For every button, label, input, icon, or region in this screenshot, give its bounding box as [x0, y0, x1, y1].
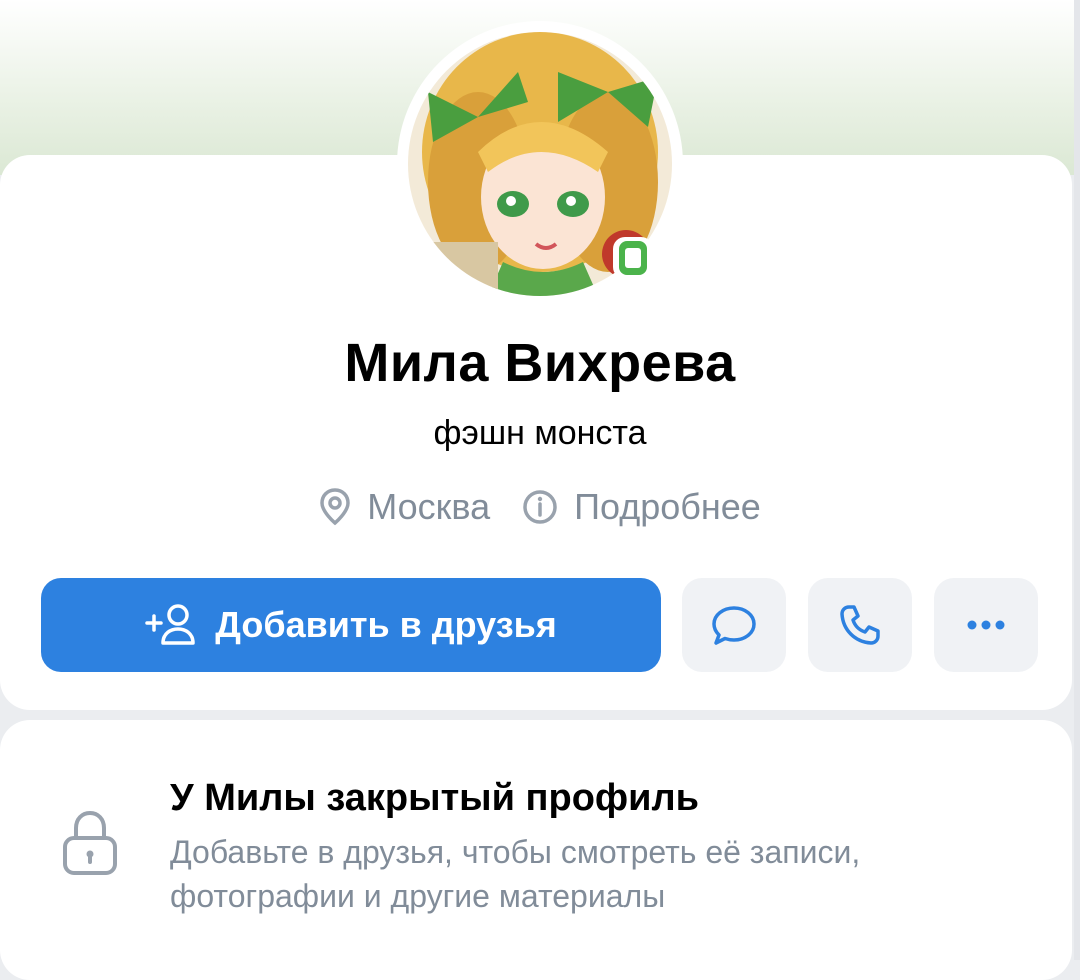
- right-edge: [1074, 0, 1080, 960]
- add-friend-button[interactable]: Добавить в друзья: [41, 578, 661, 672]
- location-pin-icon: [320, 488, 350, 526]
- profile-name: Мила Вихрева: [344, 333, 736, 393]
- more-info-label: Подробнее: [574, 486, 761, 527]
- message-button[interactable]: [682, 578, 786, 672]
- add-friend-label: Добавить в друзья: [215, 604, 557, 645]
- profile-meta-row: Москва Подробнее: [0, 482, 1080, 532]
- profile-status: фэшн монста: [433, 414, 647, 452]
- online-badge-fill: [619, 241, 647, 275]
- phone-screen-icon: [625, 248, 641, 268]
- online-mobile-badge: [613, 237, 653, 279]
- more-button[interactable]: [934, 578, 1038, 672]
- city-item: Москва: [319, 486, 490, 528]
- chat-bubble-icon: [712, 606, 756, 645]
- lock-icon: [63, 810, 117, 875]
- call-button[interactable]: [808, 578, 912, 672]
- info-icon: [523, 490, 557, 524]
- phone-icon: [840, 605, 880, 645]
- more-info-link[interactable]: Подробнее: [522, 486, 761, 528]
- add-friend-icon: [145, 604, 196, 645]
- closed-profile-description: Добавьте в друзья, чтобы смотреть её зап…: [170, 834, 861, 914]
- city-label: Москва: [367, 486, 491, 527]
- more-dots-icon: [967, 620, 1005, 630]
- closed-profile-title: У Милы закрытый профиль: [170, 777, 700, 819]
